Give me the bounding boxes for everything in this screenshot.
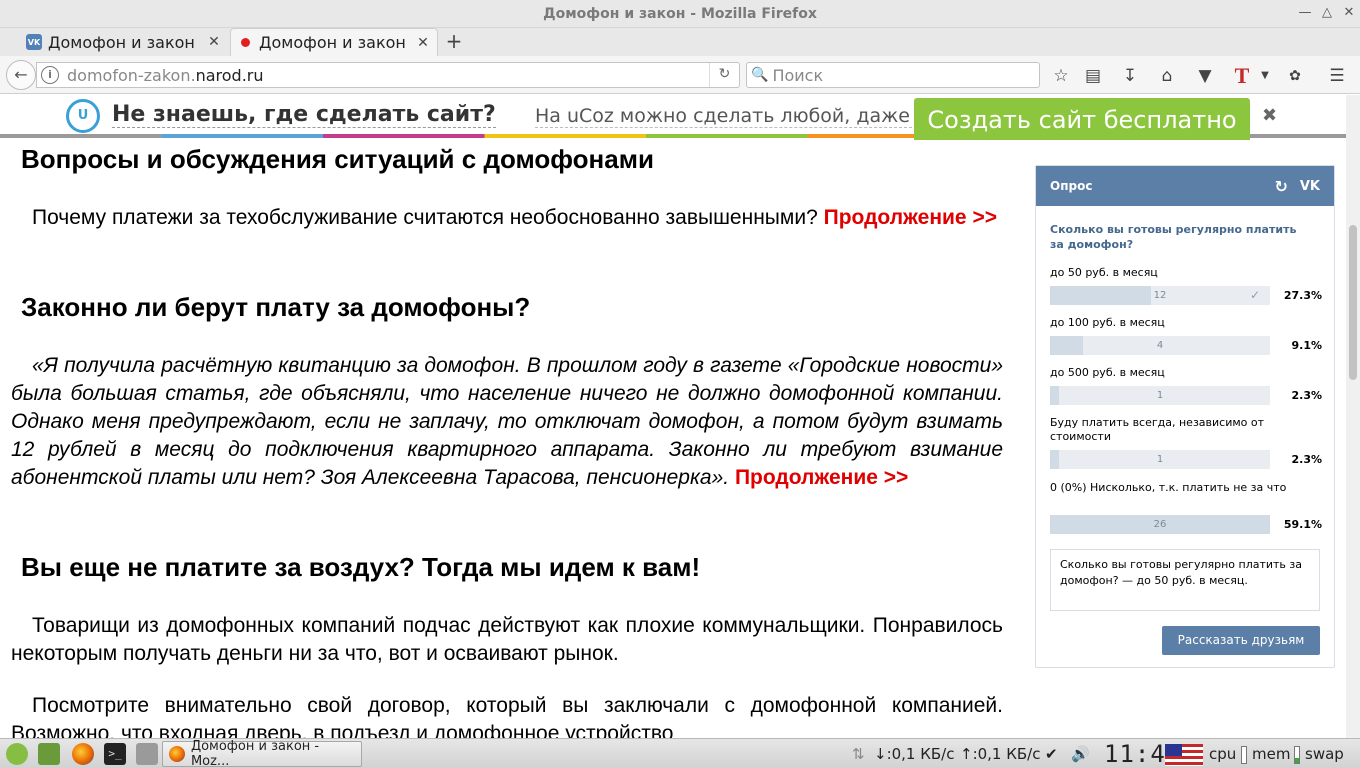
new-tab-icon[interactable]: +	[442, 28, 466, 56]
search-icon: 🔍	[751, 67, 769, 83]
home-icon[interactable]: ⌂	[1156, 65, 1178, 87]
poll-option-percent: 59.1%	[1283, 518, 1322, 531]
poll-option[interactable]: 0 (0%) Нисколько, т.к. платить не за что…	[1050, 481, 1322, 534]
tab-label: Домофон и закон	[259, 33, 406, 52]
info-icon[interactable]: i	[41, 66, 59, 84]
poll-option-count: 1	[1156, 390, 1164, 401]
poll-option-count: 26	[1153, 519, 1167, 530]
section-heading: Вы еще не платите за воздух? Тогда мы ид…	[21, 552, 701, 582]
minimize-icon[interactable]: —	[1296, 4, 1314, 22]
bookmarks-list-icon[interactable]: ▤	[1082, 65, 1104, 87]
reload-icon[interactable]: ↻	[709, 63, 739, 87]
close-window-icon[interactable]: ✕	[1340, 4, 1358, 22]
poll-option[interactable]: до 500 руб. в месяц 1 2.3%	[1050, 366, 1322, 405]
terminal-icon[interactable]: >_	[104, 743, 126, 765]
dropdown-icon[interactable]: ▼	[1254, 65, 1276, 87]
window-title: Домофон и закон - Mozilla Firefox	[543, 6, 817, 22]
vk-icon: VK	[26, 34, 42, 50]
poll-option-count: 1	[1156, 454, 1164, 465]
bookmark-star-icon[interactable]: ☆	[1050, 65, 1072, 87]
create-site-button[interactable]: Создать сайт бесплатно	[914, 98, 1250, 140]
cpu-meter	[1241, 746, 1247, 764]
firefox-icon[interactable]	[72, 743, 94, 765]
back-button[interactable]: ←	[6, 60, 36, 90]
translate-icon[interactable]: T	[1231, 65, 1253, 87]
close-banner-icon[interactable]: ✖	[1262, 105, 1277, 126]
page-scrollbar[interactable]	[1346, 95, 1360, 738]
swap-label: swap	[1305, 745, 1344, 763]
refresh-icon[interactable]: ↻	[1274, 177, 1287, 196]
menu-hamburger-icon[interactable]: ☰	[1326, 65, 1348, 87]
keyboard-layout-flag-icon[interactable]	[1165, 744, 1203, 766]
poll-option-count: 4	[1156, 340, 1164, 351]
url-text[interactable]: domofon-zakon.narod.ru	[67, 66, 709, 85]
poll-option-label: до 500 руб. в месяц	[1050, 366, 1165, 379]
section-heading: Законно ли берут плату за домофоны?	[21, 292, 531, 322]
network-icon[interactable]: ⇅	[852, 745, 865, 763]
cpu-label: cpu	[1209, 745, 1237, 763]
os-taskbar: >_ Домофон и закон - Moz... ⇅ ↓:0,1 КБ/с…	[0, 738, 1360, 768]
share-text-box[interactable]: Сколько вы готовы регулярно платить за д…	[1050, 549, 1320, 611]
article-content: Вопросы и обсуждения ситуаций с домофона…	[11, 140, 1003, 738]
poll-question: Сколько вы готовы регулярно платить за д…	[1050, 223, 1297, 251]
read-more-link[interactable]: Продолжение >>	[824, 206, 997, 229]
mem-label: mem	[1252, 745, 1291, 763]
poll-option-count: 12	[1153, 290, 1167, 301]
checkmark-icon: ✓	[1250, 288, 1261, 302]
section-heading: Вопросы и обсуждения ситуаций с домофона…	[21, 144, 654, 174]
poll-option[interactable]: до 100 руб. в месяц 4 9.1%	[1050, 316, 1322, 355]
firefox-icon	[169, 746, 185, 762]
maximize-icon[interactable]: △	[1318, 4, 1336, 22]
tab-label: Домофон и закон	[48, 32, 195, 52]
close-tab-icon[interactable]: ✕	[415, 35, 431, 51]
paragraph: Товарищи из домофонных компаний подчас д…	[11, 614, 1003, 665]
poll-option-label: Буду платить всегда, независимо от стоим…	[1050, 416, 1265, 443]
poll-option-percent: 2.3%	[1291, 389, 1322, 402]
mint-menu-icon[interactable]	[6, 743, 28, 765]
scrollbar-thumb[interactable]	[1349, 225, 1357, 380]
poll-option-percent: 27.3%	[1283, 289, 1322, 302]
poll-option[interactable]: до 50 руб. в месяц 12 ✓ 27.3%	[1050, 266, 1322, 305]
poll-option-label: до 100 руб. в месяц	[1050, 316, 1165, 329]
tab-active[interactable]: Домофон и закон ✕	[230, 28, 438, 56]
search-input[interactable]: 🔍 Поиск	[746, 62, 1040, 88]
read-more-link[interactable]: Продолжение >>	[735, 466, 908, 489]
url-bar[interactable]: i domofon-zakon.narod.ru ↻	[36, 62, 740, 88]
paragraph: Почему платежи за техобслуживание считаю…	[32, 206, 997, 229]
mem-meter	[1294, 746, 1300, 764]
volume-icon[interactable]: 🔊	[1071, 745, 1090, 763]
extension-icon[interactable]: ✿	[1284, 65, 1306, 87]
show-desktop-icon[interactable]	[38, 743, 60, 765]
file-manager-icon[interactable]	[136, 743, 158, 765]
share-friends-button[interactable]: Рассказать друзьям	[1162, 626, 1320, 655]
taskbar-window-firefox[interactable]: Домофон и закон - Moz...	[162, 739, 362, 768]
ucoz-logo-icon: U	[66, 99, 100, 133]
poll-option-label: до 50 руб. в месяц	[1050, 266, 1158, 279]
tab-vk[interactable]: VK Домофон и закон ✕	[20, 28, 228, 56]
pocket-icon[interactable]: ▼	[1194, 65, 1216, 87]
close-tab-icon[interactable]: ✕	[206, 34, 222, 50]
paragraph: «Я получила расчётную квитанцию за домоф…	[11, 354, 1003, 489]
navigation-toolbar: ← i domofon-zakon.narod.ru ↻ 🔍 Поиск ☆ ▤…	[0, 56, 1360, 94]
banner-description[interactable]: На uCoz можно сделать любой, даже	[535, 105, 917, 128]
vk-poll-widget: Опрос ↻ VK Сколько вы готовы регулярно п…	[1035, 165, 1335, 668]
recording-dot-icon	[237, 35, 253, 51]
tab-bar: VK Домофон и закон ✕ Домофон и закон ✕ +	[0, 28, 1360, 56]
net-down-speed: ↓:0,1 КБ/с	[874, 745, 955, 763]
poll-header: Опрос ↻ VK	[1036, 166, 1334, 206]
poll-option-percent: 9.1%	[1291, 339, 1322, 352]
poll-option-label: 0 (0%) Нисколько, т.к. платить не за что	[1050, 481, 1287, 494]
poll-option-percent: 2.3%	[1291, 453, 1322, 466]
vk-icon[interactable]: VK	[1300, 179, 1320, 194]
network-status-icon[interactable]: ✔	[1045, 745, 1058, 763]
paragraph: Посмотрите внимательно свой договор, кот…	[11, 694, 1003, 738]
window-titlebar: Домофон и закон - Mozilla Firefox — △ ✕	[0, 0, 1360, 28]
banner-question[interactable]: Не знаешь, где сделать сайт?	[112, 102, 496, 128]
poll-option[interactable]: Буду платить всегда, независимо от стоим…	[1050, 416, 1322, 469]
poll-title: Опрос	[1050, 179, 1093, 193]
net-up-speed: ↑:0,1 КБ/с	[960, 745, 1041, 763]
downloads-icon[interactable]: ↧	[1119, 65, 1141, 87]
search-placeholder: Поиск	[772, 65, 824, 85]
taskbar-window-label: Домофон и закон - Moz...	[190, 739, 320, 768]
